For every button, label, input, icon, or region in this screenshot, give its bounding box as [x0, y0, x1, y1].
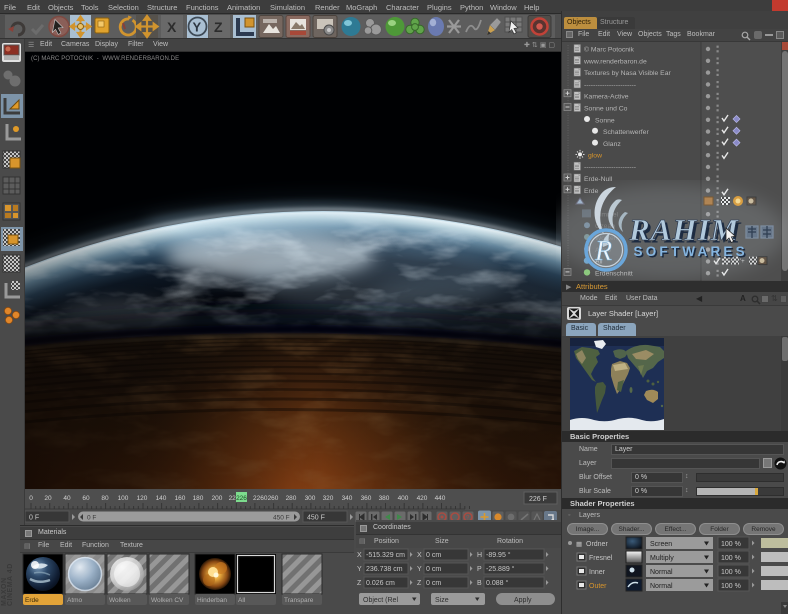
svg-text:440: 440 — [435, 495, 446, 502]
svg-text:80: 80 — [101, 495, 109, 502]
svg-text:100 %: 100 % — [721, 583, 741, 590]
svg-text:2260: 2260 — [253, 495, 268, 502]
svg-text:Size: Size — [435, 597, 449, 604]
svg-text:0 F: 0 F — [87, 515, 96, 522]
svg-text:0 F: 0 F — [29, 515, 39, 522]
svg-text:100 %: 100 % — [721, 569, 741, 576]
svg-text:Normal: Normal — [650, 569, 673, 576]
svg-text:Erdenschnitt: Erdenschnitt — [595, 270, 633, 277]
svg-text:Transpare: Transpare — [284, 597, 314, 604]
svg-text:© Marc Potocnik: © Marc Potocnik — [584, 46, 635, 54]
svg-text:Y: Y — [357, 566, 362, 573]
svg-text:450 F: 450 F — [307, 515, 325, 522]
svg-text:⋮: ⋮ — [715, 200, 721, 206]
svg-text:▦: ▦ — [576, 541, 582, 548]
svg-text:100: 100 — [118, 495, 129, 502]
svg-text:-----------------------: ----------------------- — [584, 82, 636, 89]
svg-text:Screen: Screen — [650, 541, 672, 548]
svg-text:-----------------------: ----------------------- — [584, 164, 636, 171]
svg-text:0.026 cm: 0.026 cm — [366, 580, 395, 587]
svg-text:20: 20 — [44, 495, 52, 502]
svg-text:180: 180 — [193, 495, 204, 502]
svg-text:Normal: Normal — [650, 583, 673, 590]
svg-text:Z: Z — [417, 580, 422, 587]
svg-text:X: X — [167, 19, 177, 35]
svg-text:-25.889 °: -25.889 ° — [486, 565, 515, 573]
svg-text:Atmo: Atmo — [67, 597, 83, 604]
svg-text:www.renderbaron.de: www.renderbaron.de — [583, 58, 647, 65]
svg-text:All: All — [238, 597, 246, 604]
svg-text:H: H — [477, 552, 482, 559]
svg-text:-515.329 cm: -515.329 cm — [366, 552, 405, 559]
svg-text:280: 280 — [286, 495, 297, 502]
svg-text:236.738 cm: 236.738 cm — [366, 566, 403, 573]
svg-text:320: 320 — [323, 495, 334, 502]
svg-text:Glanz: Glanz — [603, 141, 621, 148]
svg-text:Y: Y — [417, 566, 422, 573]
svg-text:300: 300 — [305, 495, 316, 502]
svg-text:380: 380 — [379, 495, 390, 502]
svg-text:Wolken CV: Wolken CV — [151, 597, 184, 604]
svg-text:40: 40 — [63, 495, 71, 502]
svg-text:Erde-Null: Erde-Null — [584, 176, 613, 183]
svg-text:Ozean: Ozean — [595, 223, 615, 230]
svg-text:Ordner: Ordner — [586, 541, 608, 548]
svg-text:Sonne und Co: Sonne und Co — [584, 106, 628, 113]
svg-text:X: X — [357, 552, 362, 559]
svg-text:200: 200 — [212, 495, 223, 502]
svg-text:0 cm: 0 cm — [426, 580, 441, 587]
svg-text:Outer: Outer — [589, 583, 607, 590]
svg-text:Multiply: Multiply — [650, 555, 674, 562]
svg-text:226 F: 226 F — [529, 496, 547, 503]
svg-text:420: 420 — [417, 495, 428, 502]
svg-text:0 cm: 0 cm — [426, 552, 441, 559]
svg-text:Inner: Inner — [589, 569, 606, 576]
svg-text:450 F: 450 F — [273, 515, 290, 522]
svg-text:Wolken: Wolken — [595, 235, 618, 242]
svg-text:Himmel: Himmel — [595, 211, 619, 218]
svg-text:P: P — [477, 566, 482, 573]
svg-text:340: 340 — [342, 495, 353, 502]
svg-text:Sonne: Sonne — [595, 117, 615, 124]
svg-text:100 %: 100 % — [721, 541, 741, 548]
svg-text:Atmo: Atmo — [595, 247, 611, 254]
svg-text:160: 160 — [175, 495, 186, 502]
svg-text:Y: Y — [193, 20, 202, 35]
svg-text:0.088 °: 0.088 ° — [486, 579, 508, 587]
svg-text:260: 260 — [268, 495, 279, 502]
svg-text:glow: glow — [588, 153, 602, 160]
svg-text:Hinderban: Hinderban — [197, 597, 227, 604]
svg-text:Apply: Apply — [514, 597, 532, 604]
svg-text:Object (Rel: Object (Rel — [363, 597, 398, 604]
svg-text:140: 140 — [156, 495, 167, 502]
svg-text:226: 226 — [236, 495, 247, 502]
svg-text:X: X — [417, 552, 422, 559]
svg-text:-89.95 °: -89.95 ° — [486, 551, 511, 559]
svg-text:0 cm: 0 cm — [426, 566, 441, 573]
svg-text:Wolken: Wolken — [109, 597, 131, 604]
svg-text:Erde: Erde — [25, 597, 39, 604]
svg-text:Schattenwerfer: Schattenwerfer — [603, 129, 649, 136]
svg-text:0: 0 — [29, 495, 33, 502]
svg-text:Erde: Erde — [584, 188, 599, 195]
svg-text:B: B — [477, 580, 482, 587]
svg-text:400: 400 — [398, 495, 409, 502]
svg-text:All: All — [595, 259, 603, 266]
svg-text:360: 360 — [361, 495, 372, 502]
svg-text:100 %: 100 % — [721, 555, 741, 562]
svg-text:60: 60 — [82, 495, 90, 502]
svg-text:'+: '+ — [740, 259, 745, 265]
svg-text:Fresnel: Fresnel — [589, 555, 613, 562]
svg-text:Z: Z — [214, 19, 223, 35]
svg-text:Kamera-Active: Kamera-Active — [584, 94, 629, 101]
svg-text:Z: Z — [357, 580, 362, 587]
svg-text:120: 120 — [137, 495, 148, 502]
svg-text:Textures by Nasa Visible Ear: Textures by Nasa Visible Ear — [584, 70, 671, 77]
